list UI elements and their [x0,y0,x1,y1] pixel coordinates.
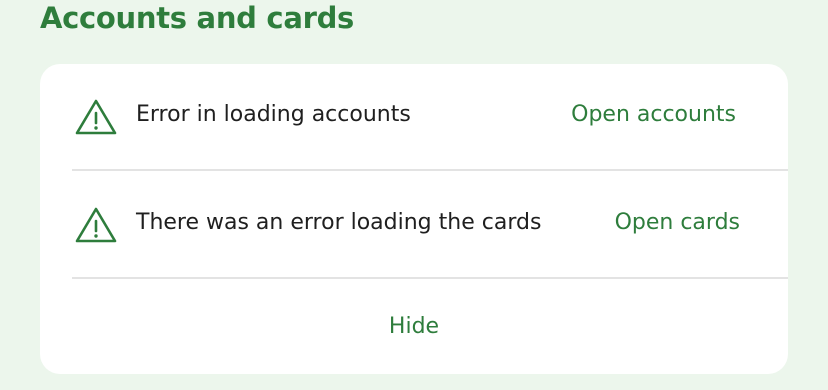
section-title: Accounts and cards [40,1,355,35]
divider [72,169,788,171]
warning-triangle-icon [75,207,117,243]
accounts-error-row: Error in loading accounts Open accounts [40,64,788,170]
open-cards-link[interactable]: Open cards [615,210,740,235]
cards-error-row: There was an error loading the cards Ope… [40,172,788,278]
open-accounts-link[interactable]: Open accounts [571,102,736,127]
accounts-cards-panel: Error in loading accounts Open accounts … [40,64,788,374]
hide-button[interactable]: Hide [40,279,788,374]
cards-error-message: There was an error loading the cards [136,210,542,235]
accounts-error-message: Error in loading accounts [136,102,411,127]
warning-triangle-icon [75,99,117,135]
